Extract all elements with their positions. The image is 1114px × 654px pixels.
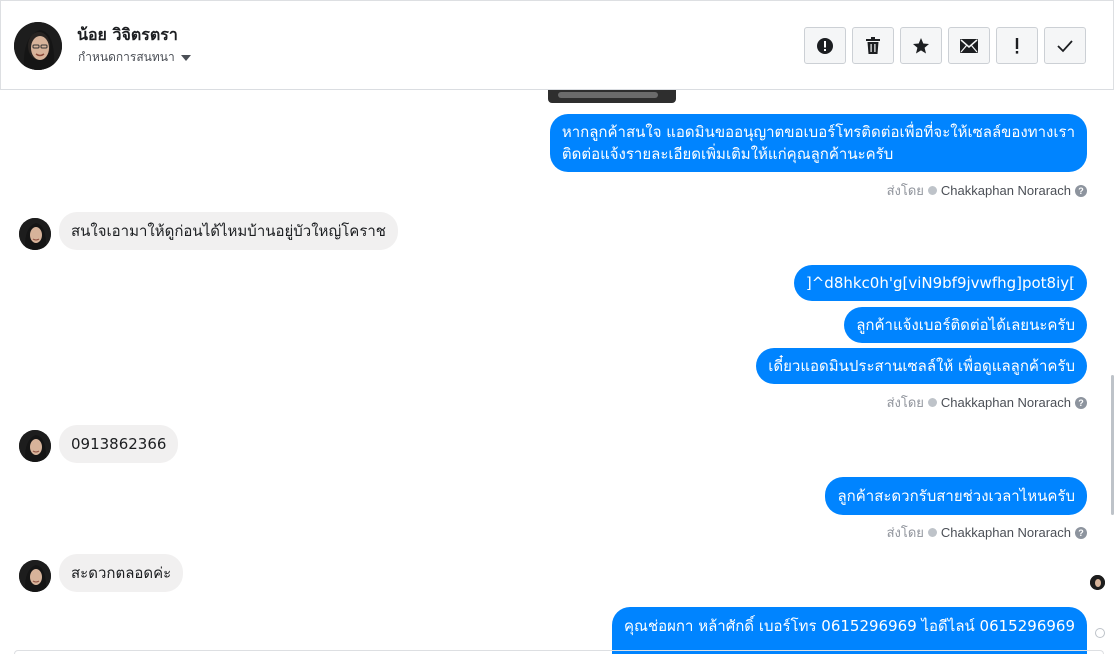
sent-status-icon bbox=[1095, 628, 1105, 638]
outgoing-message[interactable]: ]^d8hkc0h'g[viN9bf9jvwfhg]pot8iy[ bbox=[793, 265, 1087, 301]
trash-icon bbox=[866, 36, 880, 54]
sent-by-label: ส่งโดย bbox=[886, 525, 924, 540]
star-button[interactable] bbox=[900, 27, 942, 64]
outgoing-message[interactable]: หากลูกค้าสนใจ แอดมินขออนุญาตขอเบอร์โทรติ… bbox=[549, 114, 1087, 172]
contact-avatar[interactable] bbox=[14, 22, 62, 70]
delivered-check-icon bbox=[927, 186, 937, 195]
agent-name[interactable]: Chakkaphan Norarach bbox=[941, 183, 1071, 198]
help-icon[interactable]: ? bbox=[1075, 184, 1087, 197]
alert-circle-icon bbox=[817, 37, 833, 54]
shared-photo[interactable] bbox=[548, 90, 676, 103]
composer-box[interactable] bbox=[14, 650, 1104, 654]
outgoing-message[interactable]: ลูกค้าแจ้งเบอร์ติดต่อได้เลยนะครับ bbox=[844, 307, 1087, 343]
message-thread[interactable]: หากลูกค้าสนใจ แอดมินขออนุญาตขอเบอร์โทรติ… bbox=[0, 90, 1114, 654]
incoming-message[interactable]: สะดวกตลอดค่ะ bbox=[59, 554, 184, 592]
exclamation-icon bbox=[1015, 37, 1019, 54]
incoming-message[interactable]: 0913862366 bbox=[59, 425, 179, 463]
outgoing-message[interactable]: เดี๋ยวแอดมินประสานเซลล์ให้ เพื่อดูแลลูกค… bbox=[756, 348, 1087, 384]
mark-done-button[interactable] bbox=[1044, 27, 1086, 64]
check-icon bbox=[1057, 39, 1073, 52]
sent-by-label: ส่งโดย bbox=[886, 395, 924, 410]
outgoing-message[interactable]: คุณช่อผกา หล้าศักดิ์ เบอร์โทร 0615296969… bbox=[612, 607, 1087, 654]
envelope-icon bbox=[960, 38, 978, 53]
sent-by-meta: ส่งโดย Chakkaphan Norarach ? bbox=[887, 180, 1087, 201]
agent-name[interactable]: Chakkaphan Norarach bbox=[941, 525, 1071, 540]
conversation-header: น้อย วิจิตรตรา กำหนดการสนทนา bbox=[0, 0, 1114, 90]
star-icon bbox=[913, 37, 929, 53]
help-icon[interactable]: ? bbox=[1075, 526, 1087, 539]
follow-up-button[interactable] bbox=[996, 27, 1038, 64]
delete-button[interactable] bbox=[852, 27, 894, 64]
message-line: หากลูกค้าสนใจ แอดมินขออนุญาตขอเบอร์โทรติ… bbox=[561, 123, 1075, 141]
seen-by-avatar bbox=[1090, 575, 1105, 590]
outgoing-message[interactable]: ลูกค้าสะดวกรับสายช่วงเวลาไหนครับ bbox=[825, 477, 1087, 515]
header-actions bbox=[804, 27, 1086, 64]
report-spam-button[interactable] bbox=[804, 27, 846, 64]
sent-by-label: ส่งโดย bbox=[886, 183, 924, 198]
agent-name[interactable]: Chakkaphan Norarach bbox=[941, 395, 1071, 410]
contact-name[interactable]: น้อย วิจิตรตรา bbox=[77, 23, 178, 48]
incoming-message[interactable]: สนใจเอามาให้ดูก่อนได้ไหมบ้านอยู่บัวใหญ่โ… bbox=[59, 212, 398, 250]
caret-down-icon bbox=[180, 54, 191, 61]
sent-by-meta: ส่งโดย Chakkaphan Norarach ? bbox=[887, 522, 1087, 543]
delivered-check-icon bbox=[927, 528, 937, 537]
assign-conversation-dropdown[interactable]: กำหนดการสนทนา bbox=[78, 48, 191, 67]
delivered-check-icon bbox=[927, 398, 937, 407]
assign-label: กำหนดการสนทนา bbox=[78, 50, 175, 64]
sent-by-meta: ส่งโดย Chakkaphan Norarach ? bbox=[887, 392, 1087, 413]
mark-unread-button[interactable] bbox=[948, 27, 990, 64]
message-line: ติดต่อแจ้งรายละเอียดเพิ่มเติมให้แก่คุณลู… bbox=[561, 145, 894, 163]
contact-avatar-small[interactable] bbox=[19, 218, 51, 250]
contact-avatar-small[interactable] bbox=[19, 560, 51, 592]
photo-highlight bbox=[558, 92, 658, 98]
contact-avatar-small[interactable] bbox=[19, 430, 51, 462]
help-icon[interactable]: ? bbox=[1075, 396, 1087, 409]
